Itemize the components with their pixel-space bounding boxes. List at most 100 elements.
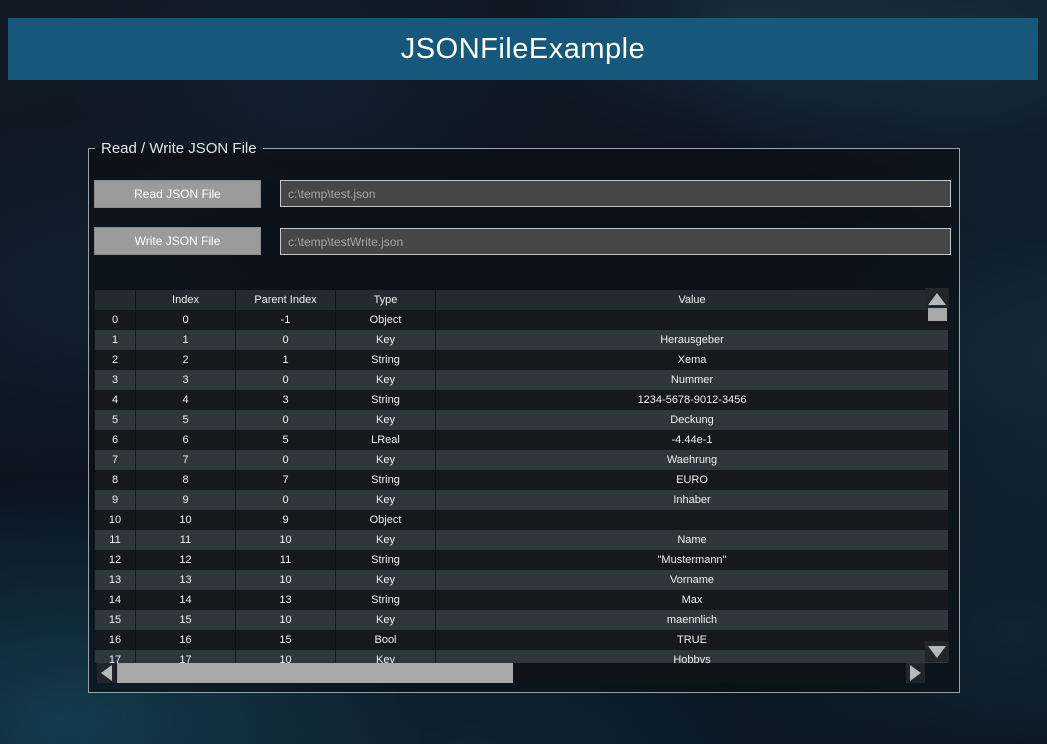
cell-parent-index: 7 (236, 470, 336, 490)
cell-parent-index: 0 (236, 370, 336, 390)
cell-type: Bool (336, 630, 436, 650)
cell-value: "Mustermann" (436, 550, 948, 570)
json-table: IndexParent IndexTypeValue 00-1Object110… (95, 290, 948, 663)
cell-type: Key (336, 370, 436, 390)
table-row[interactable]: 330KeyNummer (95, 370, 948, 390)
table-row[interactable]: 141413StringMax (95, 590, 948, 610)
cell-value: Herausgeber (436, 330, 948, 350)
table-row[interactable]: 887StringEURO (95, 470, 948, 490)
cell-index: 13 (136, 570, 236, 590)
cell-type: String (336, 590, 436, 610)
up-arrow-icon (928, 293, 946, 305)
table-row[interactable]: 10109Object (95, 510, 948, 530)
cell-value: Inhaber (436, 490, 948, 510)
cell-value: Waehrung (436, 450, 948, 470)
cell-index: 11 (136, 530, 236, 550)
table-row[interactable]: 00-1Object (95, 310, 948, 330)
cell-type: String (336, 470, 436, 490)
write-json-button[interactable]: Write JSON File (94, 227, 261, 255)
table-row[interactable]: 110KeyHerausgeber (95, 330, 948, 350)
table-header: IndexParent IndexTypeValue (95, 290, 948, 310)
write-path-input[interactable] (280, 228, 951, 255)
cell-value (436, 510, 948, 530)
header-cell-value[interactable]: Value (436, 290, 948, 310)
cell-index: 3 (136, 370, 236, 390)
cell-rownum: 10 (95, 510, 136, 530)
cell-parent-index: 13 (236, 590, 336, 610)
table-row[interactable]: 550KeyDeckung (95, 410, 948, 430)
cell-index: 1 (136, 330, 236, 350)
cell-parent-index: 3 (236, 390, 336, 410)
cell-rownum: 13 (95, 570, 136, 590)
horizontal-scroll-thumb[interactable] (117, 663, 513, 683)
cell-type: Key (336, 450, 436, 470)
cell-value: Hobbys (436, 650, 948, 663)
cell-parent-index: 9 (236, 510, 336, 530)
cell-parent-index: 11 (236, 550, 336, 570)
cell-index: 9 (136, 490, 236, 510)
cell-rownum: 11 (95, 530, 136, 550)
cell-parent-index: 0 (236, 330, 336, 350)
cell-value: Xema (436, 350, 948, 370)
cell-type: Key (336, 330, 436, 350)
panel-legend: Read / Write JSON File (95, 140, 263, 157)
scroll-down-button[interactable] (925, 641, 949, 662)
table-row[interactable]: 443String1234-5678-9012-3456 (95, 390, 948, 410)
cell-type: String (336, 350, 436, 370)
cell-parent-index: 0 (236, 410, 336, 430)
cell-parent-index: -1 (236, 310, 336, 330)
cell-index: 8 (136, 470, 236, 490)
cell-parent-index: 0 (236, 450, 336, 470)
cell-type: Object (336, 310, 436, 330)
cell-parent-index: 0 (236, 490, 336, 510)
cell-type: Object (336, 510, 436, 530)
cell-index: 2 (136, 350, 236, 370)
table-row[interactable]: 161615BoolTRUE (95, 630, 948, 650)
vertical-scroll-thumb[interactable] (928, 308, 947, 321)
table-row[interactable]: 121211String"Mustermann" (95, 550, 948, 570)
table-row[interactable]: 151510Keymaennlich (95, 610, 948, 630)
header-cell-type[interactable]: Type (336, 290, 436, 310)
header-cell-parent-index[interactable]: Parent Index (236, 290, 336, 310)
cell-rownum: 15 (95, 610, 136, 630)
cell-rownum: 3 (95, 370, 136, 390)
table-row[interactable]: 990KeyInhaber (95, 490, 948, 510)
cell-type: Key (336, 490, 436, 510)
cell-type: Key (336, 650, 436, 663)
table-row[interactable]: 665LReal-4.44e-1 (95, 430, 948, 450)
cell-rownum: 6 (95, 430, 136, 450)
cell-value: Vorname (436, 570, 948, 590)
app-window: JSONFileExample Read / Write JSON File R… (0, 0, 1047, 744)
cell-type: String (336, 390, 436, 410)
cell-value: Nummer (436, 370, 948, 390)
table-row[interactable]: 131310KeyVorname (95, 570, 948, 590)
cell-index: 12 (136, 550, 236, 570)
scroll-right-button[interactable] (906, 663, 925, 683)
cell-rownum: 8 (95, 470, 136, 490)
cell-parent-index: 10 (236, 530, 336, 550)
table-row[interactable]: 111110KeyName (95, 530, 948, 550)
read-path-input[interactable] (280, 180, 951, 207)
cell-value: maennlich (436, 610, 948, 630)
cell-value: -4.44e-1 (436, 430, 948, 450)
cell-type: Key (336, 410, 436, 430)
cell-index: 17 (136, 650, 236, 663)
cell-value: EURO (436, 470, 948, 490)
scroll-up-button[interactable] (925, 288, 949, 309)
header-cell-rownum[interactable] (95, 290, 136, 310)
cell-rownum: 12 (95, 550, 136, 570)
table-body: 00-1Object110KeyHerausgeber221StringXema… (95, 310, 948, 663)
cell-index: 0 (136, 310, 236, 330)
cell-value: Max (436, 590, 948, 610)
header-cell-index[interactable]: Index (136, 290, 236, 310)
cell-rownum: 5 (95, 410, 136, 430)
down-arrow-icon (928, 646, 946, 658)
scroll-left-button[interactable] (97, 663, 116, 683)
cell-parent-index: 10 (236, 570, 336, 590)
table-row[interactable]: 221StringXema (95, 350, 948, 370)
table-row[interactable]: 171710KeyHobbys (95, 650, 948, 663)
read-json-button[interactable]: Read JSON File (94, 180, 261, 208)
cell-type: Key (336, 610, 436, 630)
table-row[interactable]: 770KeyWaehrung (95, 450, 948, 470)
cell-type: Key (336, 530, 436, 550)
